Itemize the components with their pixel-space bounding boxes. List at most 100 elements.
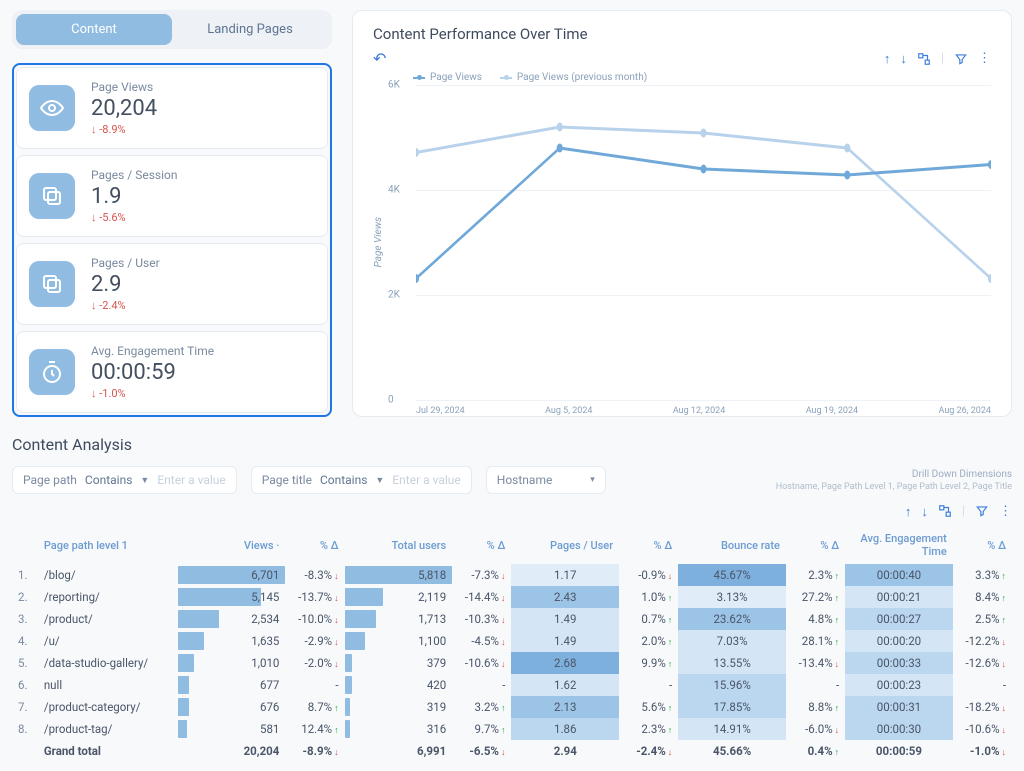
- cell-ppu: 1.86: [511, 718, 619, 740]
- arrow-down-icon[interactable]: ↓: [921, 504, 928, 522]
- x-tick: Jul 29, 2024: [416, 406, 465, 416]
- cell-bounce-delta: 27.2%↑: [786, 586, 845, 608]
- cell-bounce: 7.03%: [678, 630, 786, 652]
- hierarchy-icon[interactable]: [917, 52, 931, 66]
- table-row[interactable]: 2. /reporting/ 5,145 -13.7%↓ 2,119 -14.4…: [12, 586, 1012, 608]
- arrow-up-icon[interactable]: ↑: [905, 504, 912, 522]
- cell-users: 2,119: [345, 586, 453, 608]
- cell-eng: 00:00:27: [845, 608, 953, 630]
- cell-users: 379: [345, 652, 453, 674]
- chevron-down-icon: ▼: [375, 475, 384, 486]
- cell-eng-delta: -: [953, 674, 1012, 696]
- cell-users: 316: [345, 718, 453, 740]
- cell-views: 6,701: [178, 564, 286, 586]
- th-views-delta[interactable]: % Δ: [285, 526, 344, 564]
- cell-views: 676: [178, 696, 286, 718]
- table-row[interactable]: 3. /product/ 2,534 -10.0%↓ 1,713 -10.3%↓…: [12, 608, 1012, 630]
- cell-ppu-delta: 9.9%↑: [619, 652, 678, 674]
- th-bounce-delta[interactable]: % Δ: [786, 526, 845, 564]
- filter-page-path[interactable]: Page path Contains ▼ Enter a value: [12, 466, 237, 494]
- cell-users-delta: -10.3%↓: [452, 608, 511, 630]
- cell-ppu: 1.49: [511, 608, 619, 630]
- cell-path: /reporting/: [38, 586, 178, 608]
- table-row[interactable]: 7. /product-category/ 676 8.7%↑ 319 3.2%…: [12, 696, 1012, 718]
- filter-icon[interactable]: [975, 504, 989, 522]
- more-icon[interactable]: ⋮: [978, 51, 991, 66]
- cell-eng-delta: -12.6%↓: [953, 652, 1012, 674]
- chart-title: Content Performance Over Time: [373, 25, 991, 43]
- th-path[interactable]: Page path level 1: [38, 526, 178, 564]
- tab-landing-pages[interactable]: Landing Pages: [172, 14, 328, 45]
- cell-views-delta: -13.7%↓: [285, 586, 344, 608]
- cell-bounce: 3.13%: [678, 586, 786, 608]
- copy-icon: [29, 261, 75, 307]
- table-row[interactable]: 6. null 677 - 420 - 1.62 - 15.96% - 00:0…: [12, 674, 1012, 696]
- cell-bounce-delta: -13.4%↓: [786, 652, 845, 674]
- tab-content[interactable]: Content: [16, 14, 172, 45]
- cell-path: /product/: [38, 608, 178, 630]
- table-row[interactable]: 4. /u/ 1,635 -2.9%↓ 1,100 -4.5%↓ 1.49 2.…: [12, 630, 1012, 652]
- cell-users-delta: 3.2%↑: [452, 696, 511, 718]
- filter-icon[interactable]: [954, 52, 968, 66]
- cell-users: 5,818: [345, 564, 453, 586]
- cell-bounce: 15.96%: [678, 674, 786, 696]
- filter-page-title[interactable]: Page title Contains ▼ Enter a value: [251, 466, 472, 494]
- th-users[interactable]: Total users: [345, 526, 453, 564]
- arrow-up-icon[interactable]: ↑: [884, 51, 891, 67]
- metric-delta: ↓ -8.9%: [91, 123, 157, 136]
- cell-views: 581: [178, 718, 286, 740]
- cell-bounce-delta: -6.0%↓: [786, 718, 845, 740]
- cell-path: null: [38, 674, 178, 696]
- undo-icon[interactable]: ↶: [373, 49, 386, 68]
- cell-users: 1,713: [345, 608, 453, 630]
- th-ppu-delta[interactable]: % Δ: [619, 526, 678, 564]
- cell-views-delta: -8.3%↓: [285, 564, 344, 586]
- cell-ppu-delta: -: [619, 674, 678, 696]
- cell-views-delta: -2.9%↓: [285, 630, 344, 652]
- table-row[interactable]: 5. /data-studio-gallery/ 1,010 -2.0%↓ 37…: [12, 652, 1012, 674]
- cell-ppu: 1.62: [511, 674, 619, 696]
- legend-item: Page Views: [413, 72, 482, 83]
- cell-bounce-delta: -: [786, 674, 845, 696]
- x-tick: Aug 19, 2024: [806, 406, 858, 416]
- chart-plot: 0 2K 4K 6K Jul 29, 2024: [388, 85, 991, 400]
- th-ppu[interactable]: Pages / User: [511, 526, 619, 564]
- filter-hostname[interactable]: Hostname ▾: [486, 466, 606, 494]
- th-eng-delta[interactable]: % Δ: [953, 526, 1012, 564]
- cell-eng-delta: 2.5%↑: [953, 608, 1012, 630]
- cell-ppu-delta: 2.3%↑: [619, 718, 678, 740]
- cell-ppu-delta: 0.7%↑: [619, 608, 678, 630]
- cell-views-delta: 8.7%↑: [285, 696, 344, 718]
- th-bounce[interactable]: Bounce rate: [678, 526, 786, 564]
- cell-eng-delta: 3.3%↑: [953, 564, 1012, 586]
- cell-eng: 00:00:31: [845, 696, 953, 718]
- analysis-title: Content Analysis: [12, 435, 1012, 454]
- cell-ppu: 2.43: [511, 586, 619, 608]
- cell-path: /blog/: [38, 564, 178, 586]
- cell-ppu: 2.68: [511, 652, 619, 674]
- more-icon[interactable]: ⋮: [999, 504, 1012, 522]
- eye-icon: [29, 85, 75, 131]
- cell-eng: 00:00:40: [845, 564, 953, 586]
- metric-group: Page Views 20,204 ↓ -8.9% Pages / Sessio…: [12, 63, 332, 417]
- th-users-delta[interactable]: % Δ: [452, 526, 511, 564]
- cell-users: 1,100: [345, 630, 453, 652]
- th-views[interactable]: Views: [178, 526, 286, 564]
- arrow-down-icon[interactable]: ↓: [900, 51, 907, 67]
- cell-views-delta: -10.0%↓: [285, 608, 344, 630]
- cell-views-delta: -: [285, 674, 344, 696]
- cell-ppu: 2.13: [511, 696, 619, 718]
- cell-eng: 00:00:23: [845, 674, 953, 696]
- metric-card[interactable]: Pages / Session 1.9 ↓ -5.6%: [16, 155, 328, 237]
- metric-card[interactable]: Avg. Engagement Time 00:00:59 ↓ -1.0%: [16, 331, 328, 413]
- hierarchy-icon[interactable]: [938, 504, 952, 522]
- th-eng[interactable]: Avg. Engagement Time: [845, 526, 953, 564]
- cell-users-delta: 9.7%↑: [452, 718, 511, 740]
- table-row[interactable]: 8. /product-tag/ 581 12.4%↑ 316 9.7%↑ 1.…: [12, 718, 1012, 740]
- metric-delta: ↓ -1.0%: [91, 387, 214, 400]
- metric-card[interactable]: Page Views 20,204 ↓ -8.9%: [16, 67, 328, 149]
- cell-eng-delta: -12.2%↓: [953, 630, 1012, 652]
- table-row[interactable]: 1. /blog/ 6,701 -8.3%↓ 5,818 -7.3%↓ 1.17…: [12, 564, 1012, 586]
- metric-card[interactable]: Pages / User 2.9 ↓ -2.4%: [16, 243, 328, 325]
- cell-bounce-delta: 28.1%↑: [786, 630, 845, 652]
